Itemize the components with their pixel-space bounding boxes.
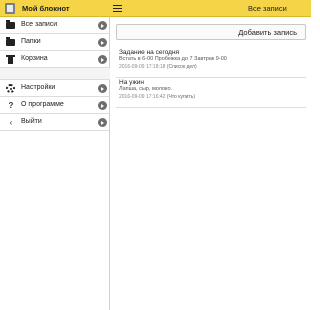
hamburger-icon	[113, 4, 122, 6]
back-arrow-icon: ‹	[9, 118, 13, 127]
question-icon: ?	[8, 101, 14, 110]
note-item[interactable]: На ужин Лапша, сыр, молоко. 2016-09-09 1…	[116, 77, 306, 108]
chevron-right-icon	[98, 55, 107, 64]
note-item[interactable]: Задание на сегодня Встать в 6-00 Пробежк…	[116, 47, 306, 78]
sidebar-item-label: Все записи	[21, 21, 58, 28]
sidebar-item-trash[interactable]: Корзина	[0, 51, 110, 68]
note-folder: (Что купить)	[166, 94, 196, 100]
notes-panel: Добавить запись Задание на сегодня Встат…	[111, 17, 311, 310]
note-timestamp: 2016-09-09 17:16:42	[119, 94, 166, 100]
top-bar: Мой блокнот Все записи	[0, 0, 311, 17]
page-title: Все записи	[248, 4, 287, 13]
sidebar-item-about[interactable]: ? О программе	[0, 97, 110, 114]
notebook-icon	[5, 3, 15, 14]
note-meta: 2016-09-09 17:16:42 (Что купить)	[119, 94, 195, 100]
chevron-right-icon	[98, 84, 107, 93]
trash-icon	[6, 55, 15, 64]
app-title: Мой блокнот	[22, 4, 70, 13]
add-note-label: Добавить запись	[238, 28, 297, 37]
sidebar-item-label: Настройки	[21, 84, 56, 91]
folder-icon	[6, 37, 15, 46]
chevron-right-icon	[98, 21, 107, 30]
sidebar-item-folders[interactable]: Папки	[0, 34, 110, 51]
menu-button[interactable]	[112, 3, 123, 14]
add-note-button[interactable]: Добавить запись	[116, 24, 306, 40]
sidebar-item-label: О программе	[21, 101, 64, 108]
note-body: Встать в 6-00 Пробежка до 7 Завтрак 9-00	[119, 56, 227, 62]
note-title: Задание на сегодня	[119, 49, 180, 56]
note-body: Лапша, сыр, молоко.	[119, 86, 173, 92]
sidebar-item-all-notes[interactable]: Все записи	[0, 17, 110, 34]
note-timestamp: 2016-09-09 17:18:18	[119, 64, 166, 70]
folder-icon	[6, 20, 15, 29]
note-meta: 2016-09-09 17:18:18 (Список дел)	[119, 64, 197, 70]
sidebar: Все записи Папки Корзина Настройки ? О п…	[0, 17, 110, 310]
sidebar-item-label: Папки	[21, 38, 41, 45]
sidebar-divider	[0, 68, 110, 80]
sidebar-item-label: Выйти	[21, 118, 42, 125]
chevron-right-icon	[98, 101, 107, 110]
note-title: На ужин	[119, 79, 145, 86]
sidebar-item-label: Корзина	[21, 55, 48, 62]
sidebar-item-settings[interactable]: Настройки	[0, 80, 110, 97]
chevron-right-icon	[98, 38, 107, 47]
gear-icon	[6, 84, 15, 93]
chevron-right-icon	[98, 118, 107, 127]
sidebar-item-logout[interactable]: ‹ Выйти	[0, 114, 110, 131]
note-folder: (Список дел)	[166, 64, 197, 70]
